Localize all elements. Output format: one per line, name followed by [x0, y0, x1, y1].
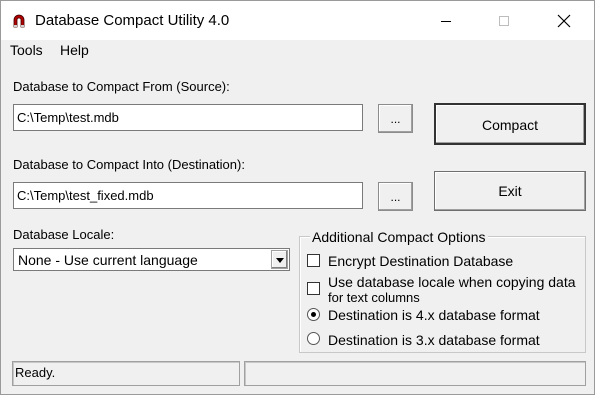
minimize-button[interactable] — [423, 1, 469, 40]
format-4x-label[interactable]: Destination is 4.x database format — [328, 307, 540, 323]
status-panel-secondary — [244, 361, 586, 386]
title-bar[interactable]: Database Compact Utility 4.0 — [1, 1, 594, 40]
use-locale-label-line2[interactable]: for text columns — [328, 290, 420, 306]
close-button[interactable] — [541, 1, 587, 40]
app-window: Database Compact Utility 4.0 Tools Help … — [0, 0, 595, 395]
menu-tools[interactable]: Tools — [10, 42, 43, 58]
compact-options-title: Additional Compact Options — [310, 229, 488, 245]
destination-browse-button[interactable]: ... — [378, 182, 413, 211]
encrypt-checkbox[interactable] — [307, 254, 320, 267]
use-locale-checkbox[interactable] — [307, 282, 320, 295]
source-label: Database to Compact From (Source): — [13, 79, 230, 94]
format-4x-radio[interactable] — [307, 308, 320, 321]
format-3x-label[interactable]: Destination is 3.x database format — [328, 332, 540, 348]
menu-bar: Tools Help — [1, 40, 594, 61]
status-panel: Ready. — [12, 361, 240, 386]
maximize-icon — [499, 15, 509, 26]
destination-path-input[interactable]: C:\Temp\test_fixed.mdb — [13, 182, 363, 209]
locale-label: Database Locale: — [13, 227, 115, 242]
exit-button[interactable]: Exit — [434, 171, 586, 211]
window-title: Database Compact Utility 4.0 — [35, 12, 230, 29]
minimize-icon — [441, 20, 451, 22]
locale-dropdown[interactable]: None - Use current language — [13, 248, 290, 271]
destination-label: Database to Compact Into (Destination): — [13, 157, 245, 172]
use-locale-label-line1[interactable]: Use database locale when copying data — [328, 274, 576, 290]
menu-help[interactable]: Help — [60, 42, 89, 58]
source-path-input[interactable]: C:\Temp\test.mdb — [13, 104, 363, 131]
close-icon — [557, 14, 571, 27]
compact-button[interactable]: Compact — [434, 103, 586, 145]
chevron-down-icon[interactable] — [271, 250, 288, 269]
encrypt-label[interactable]: Encrypt Destination Database — [328, 253, 513, 269]
format-3x-radio[interactable] — [307, 332, 320, 345]
source-browse-button[interactable]: ... — [378, 104, 413, 133]
locale-selected-value: None - Use current language — [18, 252, 198, 268]
magnet-icon — [13, 14, 25, 28]
maximize-button[interactable] — [481, 1, 527, 40]
